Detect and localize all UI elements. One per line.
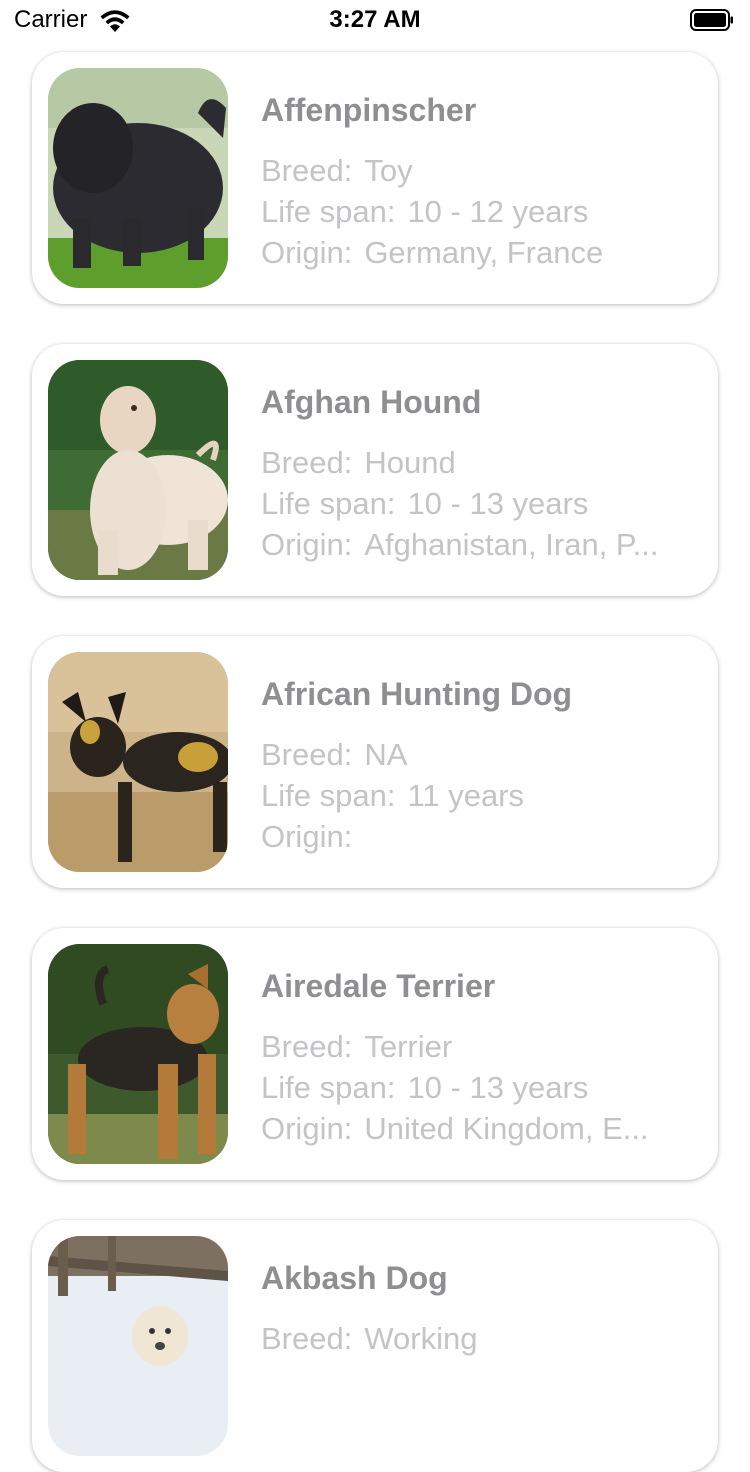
breed-card[interactable]: Afghan Hound Breed: Hound Life span: 10 - … (32, 344, 718, 596)
battery-icon (690, 9, 734, 31)
breed-name: Afghan Hound (261, 384, 482, 420)
origin-value: United Kingdom, E... (364, 1111, 649, 1146)
life-span-row: Life span: 10 - 13 years (261, 1067, 701, 1108)
origin-row: Origin: (261, 816, 701, 857)
origin-label: Origin: (261, 1111, 353, 1146)
life-span-label: Life span: (261, 1070, 396, 1105)
origin-value: Germany, France (364, 235, 604, 270)
status-time: 3:27 AM (329, 6, 421, 33)
life-span-label: Life span: (261, 486, 396, 521)
breed-name: Airedale Terrier (261, 968, 496, 1004)
breed-group-row: Breed: Toy (261, 150, 701, 191)
origin-row: Origin: Afghanistan, Iran, P... (261, 524, 701, 565)
breed-name: Affenpinscher (261, 92, 477, 128)
breed-photo (48, 360, 228, 580)
life-span-value: 10 - 13 years (407, 1070, 589, 1105)
origin-row: Origin: United Kingdom, E... (261, 1108, 701, 1149)
breed-card[interactable]: Airedale Terrier Breed: Terrier Life span… (32, 928, 718, 1180)
breed-value: Toy (364, 153, 413, 188)
origin-label: Origin: (261, 235, 353, 270)
breed-photo (48, 68, 228, 288)
origin-value: Afghanistan, Iran, P... (364, 527, 659, 562)
status-bar: Carrier 3:27 AM (0, 0, 750, 40)
breed-group-row: Breed: NA (261, 734, 701, 775)
origin-label: Origin: (261, 819, 353, 854)
life-span-value: 10 - 13 years (407, 486, 589, 521)
life-span-row: Life span: 10 - 12 years (261, 191, 701, 232)
breed-group-row: Breed: Hound (261, 442, 701, 483)
breed-label: Breed: (261, 737, 353, 772)
life-span-value: 11 years (407, 778, 525, 813)
breed-group-row: Breed: Terrier (261, 1026, 701, 1067)
life-span-label: Life span: (261, 778, 396, 813)
breed-label: Breed: (261, 1029, 353, 1064)
breed-value: Terrier (364, 1029, 453, 1064)
breed-card[interactable]: Affenpinscher Breed: Toy Life span: 10 - 1… (32, 52, 718, 304)
life-span-row: Life span: 11 years (261, 775, 701, 816)
life-span-label: Life span: (261, 194, 396, 229)
breed-photo (48, 1236, 228, 1456)
breed-card[interactable]: Akbash Dog Breed: Working (32, 1220, 718, 1472)
breed-label: Breed: (261, 445, 353, 480)
breed-group-row: Breed: Working (261, 1318, 701, 1359)
breed-list[interactable]: Affenpinscher Breed: Toy Life span: 10 - 1… (0, 0, 750, 1472)
breed-photo (48, 944, 228, 1164)
breed-value: NA (364, 737, 408, 772)
breed-value: Working (364, 1321, 478, 1356)
breed-card[interactable]: African Hunting Dog Breed: NA Life span: 1… (32, 636, 718, 888)
life-span-value: 10 - 12 years (407, 194, 589, 229)
breed-label: Breed: (261, 153, 353, 188)
origin-label: Origin: (261, 527, 353, 562)
breed-photo (48, 652, 228, 872)
breed-label: Breed: (261, 1321, 353, 1356)
breed-name: African Hunting Dog (261, 676, 573, 712)
breed-value: Hound (364, 445, 456, 480)
origin-row: Origin: Germany, France (261, 232, 701, 273)
life-span-row: Life span: 10 - 13 years (261, 483, 701, 524)
breed-name: Akbash Dog (261, 1260, 448, 1296)
